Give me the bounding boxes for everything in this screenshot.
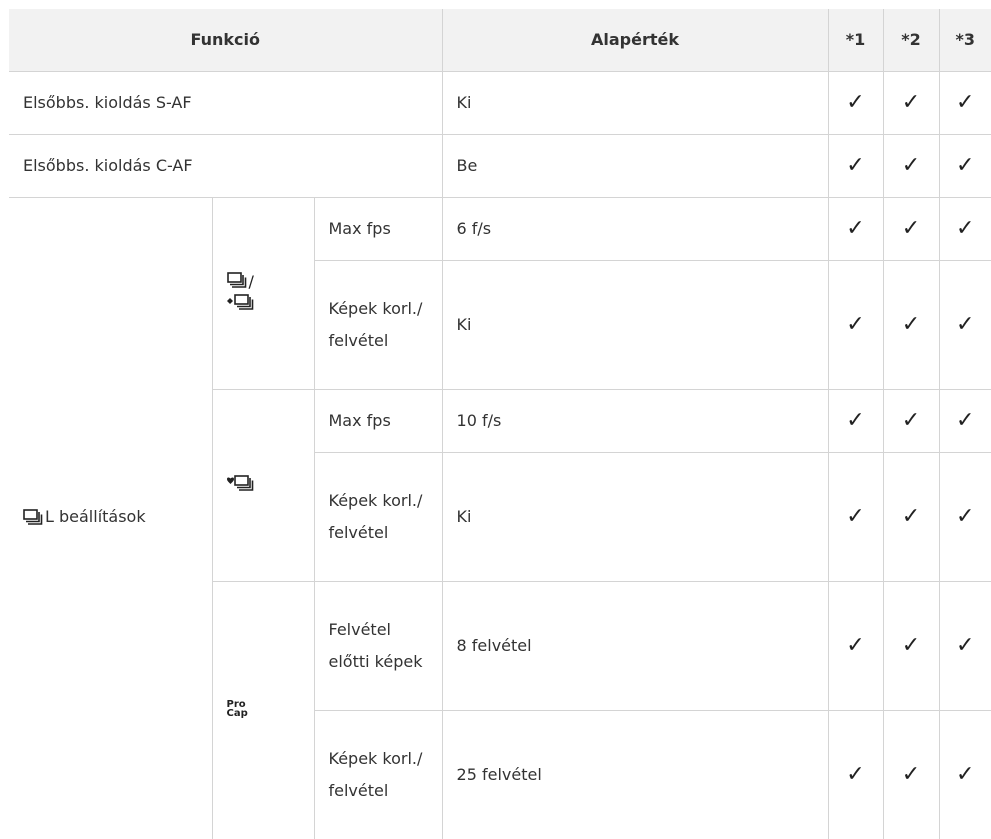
check-icon: ✓ xyxy=(939,135,991,198)
check-icon: ✓ xyxy=(828,711,883,839)
check-icon: ✓ xyxy=(883,135,939,198)
sub-item-value: 8 felvétel xyxy=(442,582,828,711)
check-icon: ✓ xyxy=(939,582,991,711)
check-icon: ✓ xyxy=(828,582,883,711)
check-icon: ✓ xyxy=(883,72,939,135)
sub-icon-cell xyxy=(212,390,314,582)
check-icon: ✓ xyxy=(828,72,883,135)
sub-item-value: 6 f/s xyxy=(442,198,828,261)
check-icon: ✓ xyxy=(828,261,883,390)
procap-icon: ProCap xyxy=(227,700,248,718)
silent-sequential-low-icon xyxy=(227,294,257,316)
check-icon: ✓ xyxy=(883,390,939,453)
check-icon: ✓ xyxy=(939,453,991,582)
sub-item-value: Ki xyxy=(442,261,828,390)
row-label: Elsőbbs. kioldás C-AF xyxy=(9,135,442,198)
sub-item-value: 25 felvétel xyxy=(442,711,828,839)
sub-item-name: Max fps xyxy=(314,390,442,453)
header-funkcio: Funkció xyxy=(9,9,442,72)
table-row: L beállítások / Max fps 6 f/s ✓ ✓ ✓ xyxy=(9,198,991,261)
icon-suffix: / xyxy=(249,272,254,291)
check-icon: ✓ xyxy=(828,453,883,582)
check-icon: ✓ xyxy=(828,135,883,198)
check-icon: ✓ xyxy=(883,582,939,711)
check-icon: ✓ xyxy=(828,390,883,453)
header-row: Funkció Alapérték *1 *2 *3 xyxy=(9,9,991,72)
sub-item-value: Ki xyxy=(442,453,828,582)
check-icon: ✓ xyxy=(828,198,883,261)
sub-item-name: Max fps xyxy=(314,198,442,261)
check-icon: ✓ xyxy=(939,198,991,261)
group-label: L beállítások xyxy=(9,198,212,839)
sub-item-name: Képek korl./ felvétel xyxy=(314,261,442,390)
header-col-3: *3 xyxy=(939,9,991,72)
table-row: Elsőbbs. kioldás S-AF Ki ✓ ✓ ✓ xyxy=(9,72,991,135)
check-icon: ✓ xyxy=(883,261,939,390)
check-icon: ✓ xyxy=(939,72,991,135)
check-icon: ✓ xyxy=(939,711,991,839)
group-label-text: L beállítások xyxy=(45,507,146,526)
check-icon: ✓ xyxy=(883,198,939,261)
sub-item-name: Képek korl./ felvétel xyxy=(314,711,442,839)
header-alapertek: Alapérték xyxy=(442,9,828,72)
silent-sequential-high-icon xyxy=(227,475,257,497)
sub-icon-cell: ProCap xyxy=(212,582,314,839)
sequential-shooting-icon xyxy=(23,504,43,536)
row-label: Elsőbbs. kioldás S-AF xyxy=(9,72,442,135)
table-row: Elsőbbs. kioldás C-AF Be ✓ ✓ ✓ xyxy=(9,135,991,198)
row-value: Be xyxy=(442,135,828,198)
check-icon: ✓ xyxy=(883,711,939,839)
check-icon: ✓ xyxy=(939,390,991,453)
check-icon: ✓ xyxy=(883,453,939,582)
sub-icon-cell: / xyxy=(212,198,314,390)
sequential-low-icon xyxy=(227,272,249,294)
header-col-1: *1 xyxy=(828,9,883,72)
sub-item-name: Képek korl./ felvétel xyxy=(314,453,442,582)
row-value: Ki xyxy=(442,72,828,135)
sub-item-value: 10 f/s xyxy=(442,390,828,453)
sub-item-name: Felvétel előtti képek xyxy=(314,582,442,711)
check-icon: ✓ xyxy=(939,261,991,390)
header-col-2: *2 xyxy=(883,9,939,72)
settings-table: Funkció Alapérték *1 *2 *3 Elsőbbs. kiol… xyxy=(9,9,991,839)
